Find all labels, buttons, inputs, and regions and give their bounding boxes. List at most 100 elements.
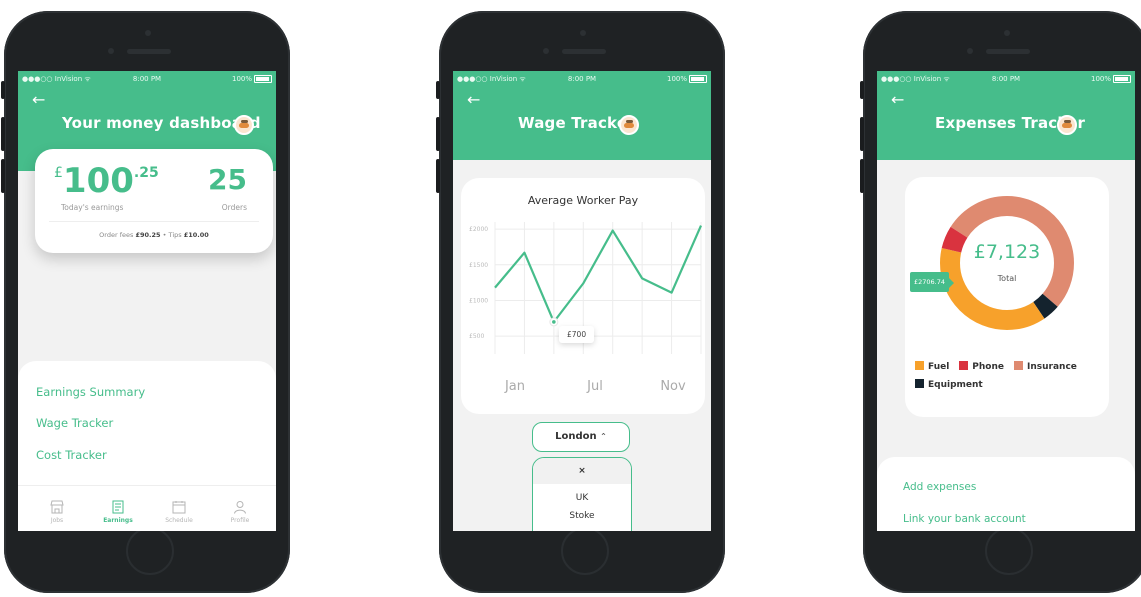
- header: ●●●○○ InVision ᯤ 8:00 PM 100% ← Expenses…: [877, 71, 1135, 160]
- battery-indicator: 100%: [232, 75, 272, 83]
- highlight-point-dot: [552, 320, 556, 324]
- legend-equipment: Equipment: [915, 379, 1105, 390]
- fees-summary: Order fees £90.25 • Tips £10.00: [35, 231, 273, 239]
- page-title: Your money dashboard: [62, 114, 261, 132]
- tips-prefix: Tips: [168, 231, 182, 239]
- earpiece-speaker: [127, 49, 171, 54]
- location-select[interactable]: London ⌃: [532, 422, 630, 452]
- orders-label: Orders: [221, 203, 247, 212]
- avatar[interactable]: [234, 115, 254, 135]
- volume-up-button: [1, 117, 5, 151]
- tab-profile[interactable]: Profile: [215, 500, 265, 524]
- dashboard-screen: ●●●○○ InVision ᯤ 8:00 PM 100% ← Your mon…: [18, 71, 276, 531]
- dropdown-option-stoke[interactable]: Stoke: [533, 511, 631, 521]
- home-button[interactable]: [561, 527, 609, 575]
- battery-percent: 100%: [231, 75, 252, 83]
- dropdown-option-uk[interactable]: UK: [533, 493, 631, 503]
- phone-frame-dashboard: ●●●○○ InVision ᯤ 8:00 PM 100% ← Your mon…: [1, 11, 290, 593]
- legend-equipment-label: Equipment: [928, 380, 983, 390]
- sensor: [543, 48, 549, 54]
- y-tick-label: £1000: [469, 297, 488, 304]
- tab-earnings-label: Earnings: [103, 517, 133, 524]
- earnings-cents: .25: [133, 165, 159, 181]
- tab-profile-label: Profile: [230, 517, 250, 524]
- tabbar-divider: [18, 485, 276, 486]
- y-tick-label: £500: [469, 333, 484, 340]
- sensor: [108, 48, 114, 54]
- x-tick-label: Nov: [660, 379, 686, 394]
- person-icon: [234, 501, 246, 514]
- volume-down-button: [436, 159, 440, 193]
- receipt-icon: [112, 500, 124, 514]
- legend-fuel-label: Fuel: [928, 362, 950, 372]
- tab-schedule-label: Schedule: [165, 517, 193, 524]
- back-arrow-icon[interactable]: ←: [467, 90, 480, 109]
- battery-icon: [689, 75, 707, 83]
- expenses-tracker-screen: ●●●○○ InVision ᯤ 8:00 PM 100% ← Expenses…: [877, 71, 1135, 531]
- series-line: [494, 225, 703, 323]
- fees-prefix: Order fees: [99, 231, 134, 239]
- mute-switch: [1, 81, 5, 99]
- store-icon: [50, 500, 64, 514]
- earnings-whole: 100: [62, 161, 134, 201]
- legend-swatch-equipment: [915, 379, 924, 388]
- expenses-card: £7,123 Total £2706.74 Fuel Phone Insuran…: [905, 177, 1109, 417]
- chart-tooltip: £700: [559, 326, 595, 343]
- back-arrow-icon[interactable]: ←: [32, 90, 45, 109]
- chart-card: Average Worker Pay £2000 £1500 £1000 £500 Ja…: [461, 178, 705, 414]
- battery-icon: [1113, 75, 1131, 83]
- link-bank-account-link[interactable]: Link your bank account: [903, 513, 1026, 525]
- dropdown-close-button[interactable]: ×: [533, 458, 631, 484]
- back-arrow-icon[interactable]: ←: [891, 90, 904, 109]
- menu-earnings-summary[interactable]: Earnings Summary: [36, 385, 145, 399]
- total-value: £7,123: [973, 241, 1041, 263]
- avatar[interactable]: [619, 115, 639, 135]
- mute-switch: [860, 81, 864, 99]
- earpiece-speaker: [986, 49, 1030, 54]
- x-tick-label: Jul: [586, 379, 603, 394]
- sensor: [967, 48, 973, 54]
- tab-schedule[interactable]: Schedule: [154, 500, 204, 524]
- callout-pointer: [949, 278, 955, 288]
- tab-earnings[interactable]: Earnings: [93, 500, 143, 524]
- menu-cost-tracker[interactable]: Cost Tracker: [36, 448, 107, 462]
- y-tick-label: £2000: [469, 226, 488, 233]
- location-value: London: [555, 431, 597, 442]
- card-divider: [49, 221, 259, 222]
- status-bar: ●●●○○ InVision ᯤ 8:00 PM 100%: [877, 73, 1135, 85]
- battery-indicator: 100%: [1091, 75, 1131, 83]
- fuel-callout: £2706.74: [910, 272, 955, 292]
- location-dropdown: × UK Stoke: [532, 457, 632, 531]
- y-tick-label: £1500: [469, 262, 488, 269]
- tab-jobs-label: Jobs: [50, 517, 64, 524]
- avatar[interactable]: [1057, 115, 1077, 135]
- status-bar: ●●●○○ InVision ᯤ 8:00 PM 100%: [18, 73, 276, 85]
- menu-wage-tracker[interactable]: Wage Tracker: [36, 416, 113, 430]
- status-bar: ●●●○○ InVision ᯤ 8:00 PM 100%: [453, 73, 711, 85]
- phone-frame-expenses-tracker: ●●●○○ InVision ᯤ 8:00 PM 100% ← Expenses…: [860, 11, 1141, 593]
- tips-value: £10.00: [183, 231, 209, 239]
- home-button[interactable]: [985, 527, 1033, 575]
- x-tick-label: Jan: [504, 379, 525, 394]
- actions-panel: Add expenses Link your bank account: [877, 457, 1135, 531]
- home-button[interactable]: [126, 527, 174, 575]
- legend-swatch-phone: [959, 361, 969, 370]
- fees-value: £90.25: [135, 231, 161, 239]
- front-camera: [1004, 30, 1010, 36]
- legend-phone: Phone: [959, 361, 1004, 372]
- battery-percent: 100%: [1090, 75, 1111, 83]
- currency-symbol: £: [54, 165, 63, 181]
- phone-frame-wage-tracker: ●●●○○ InVision ᯤ 8:00 PM 100% ← Wage Tra…: [436, 11, 725, 593]
- page-title: Wage Tracker: [518, 114, 635, 132]
- line-chart: £2000 £1500 £1000 £500 Jan Jul Nov: [469, 222, 703, 394]
- legend-fuel: Fuel: [915, 361, 949, 372]
- add-expenses-link[interactable]: Add expenses: [903, 481, 976, 493]
- front-camera: [145, 30, 151, 36]
- battery-icon: [254, 75, 272, 83]
- legend-insurance: Insurance: [1014, 361, 1077, 372]
- orders-value: 25: [208, 163, 247, 196]
- battery-percent: 100%: [666, 75, 687, 83]
- tab-jobs[interactable]: Jobs: [32, 500, 82, 524]
- legend-swatch-fuel: [915, 361, 924, 370]
- fuel-callout-value: £2706.74: [914, 278, 946, 286]
